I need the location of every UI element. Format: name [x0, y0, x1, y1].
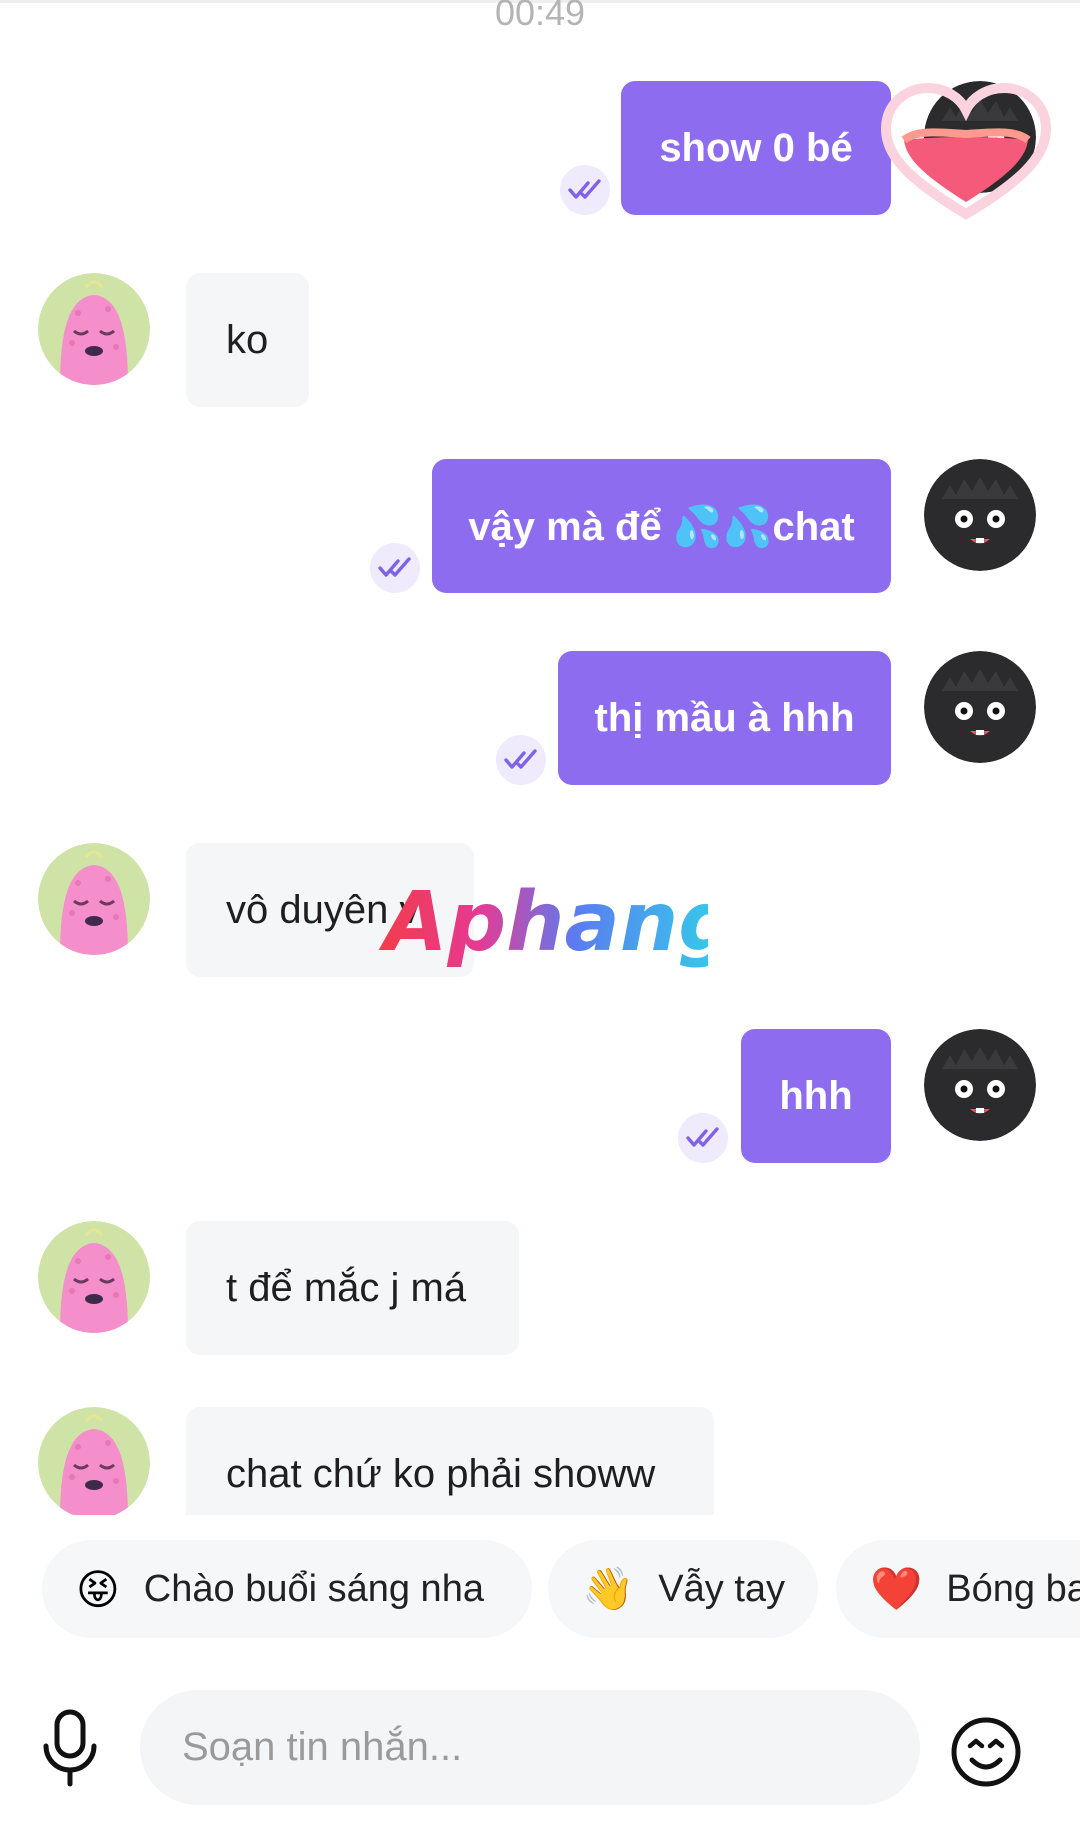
quick-reply-chip[interactable]: 😝 Chào buổi sáng nha — [42, 1540, 532, 1638]
red-heart-icon: ❤️ — [870, 1564, 923, 1613]
message-input-placeholder: Soạn tin nhắn... — [182, 1725, 463, 1769]
heart-sticker — [880, 82, 1052, 220]
smiley-icon[interactable] — [950, 1716, 1022, 1788]
quick-reply-chip[interactable]: 👋 Vẫy tay — [548, 1540, 818, 1638]
quick-reply-label: Bóng bay — [946, 1567, 1080, 1610]
microphone-icon[interactable] — [40, 1708, 100, 1788]
contact-avatar[interactable] — [38, 1407, 150, 1515]
read-receipt-icon — [496, 735, 546, 785]
sender-avatar[interactable] — [924, 459, 1036, 571]
message-input[interactable]: Soạn tin nhắn... — [140, 1690, 920, 1805]
read-receipt-icon — [370, 543, 420, 593]
watermark-logo: Aphang — [378, 875, 708, 970]
outgoing-message-bubble[interactable]: hhh — [741, 1029, 891, 1163]
message-list[interactable]: 00:49 show 0 bé ko vậy mà để 💦💦chat thị … — [0, 0, 1080, 1515]
sender-avatar[interactable] — [924, 1029, 1036, 1141]
read-receipt-icon — [678, 1113, 728, 1163]
incoming-message-bubble[interactable]: chat chứ ko phải showw — [186, 1407, 714, 1515]
incoming-message-bubble[interactable]: ko — [186, 273, 309, 407]
watermark-text: Aphang — [378, 875, 708, 970]
contact-avatar[interactable] — [38, 1221, 150, 1333]
incoming-message-bubble[interactable]: t để mắc j má — [186, 1221, 519, 1355]
quick-reply-label: Chào buổi sáng nha — [143, 1567, 484, 1610]
sender-avatar[interactable] — [924, 651, 1036, 763]
waving-hand-icon: 👋 — [582, 1564, 635, 1613]
quick-reply-label: Vẫy tay — [658, 1567, 786, 1610]
quick-reply-chip[interactable]: ❤️ Bóng bay — [836, 1540, 1080, 1638]
outgoing-message-bubble[interactable]: thị mầu à hhh — [558, 651, 891, 785]
composer-bar: Soạn tin nhắn... — [0, 1660, 1080, 1843]
outgoing-message-bubble[interactable]: vậy mà để 💦💦chat — [432, 459, 891, 593]
outgoing-message-bubble[interactable]: show 0 bé — [621, 81, 891, 215]
grinning-sun-icon: 😝 — [76, 1564, 120, 1614]
message-timestamp: 00:49 — [494, 0, 586, 33]
contact-avatar[interactable] — [38, 843, 150, 955]
contact-avatar[interactable] — [38, 273, 150, 385]
quick-reply-bar[interactable]: 😝 Chào buổi sáng nha 👋 Vẫy tay ❤️ Bóng b… — [0, 1540, 1080, 1640]
read-receipt-icon — [560, 165, 610, 215]
